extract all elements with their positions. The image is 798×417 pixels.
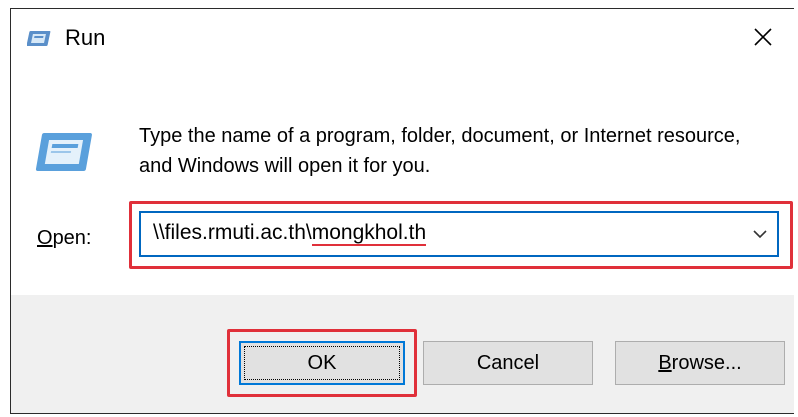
browse-button-label: rowse... [671,351,742,374]
open-combobox[interactable]: \\files.rmuti.ac.th\mongkhol.th [139,211,779,257]
dialog-description: Type the name of a program, folder, docu… [139,125,741,177]
chevron-down-icon[interactable] [751,225,769,243]
close-icon [754,28,772,46]
cancel-button[interactable]: Cancel [423,341,593,385]
ok-button[interactable]: OK [239,341,405,385]
open-label-accelerator: O [37,227,53,249]
input-path-prefix: \\files.rmuti.ac.th\ [153,221,312,244]
window-title: Run [65,25,106,50]
run-icon [27,31,51,46]
run-icon [35,133,92,171]
browse-button[interactable]: Browse... [615,341,785,385]
open-label-text: pen: [52,227,92,249]
dialog-body: Type the name of a program, folder, docu… [11,69,794,295]
browse-accelerator: B [658,351,672,374]
title-bar: Run [11,9,794,69]
input-path-username: mongkhol.th [311,221,427,246]
focus-rect [244,346,400,380]
button-bar: OK Cancel Browse... [11,295,794,413]
open-label: Open: [37,227,92,250]
run-dialog: Run Type the name of a program, folder, … [10,8,794,414]
close-button[interactable] [732,9,794,65]
cancel-button-label: Cancel [476,351,540,374]
open-input[interactable]: \\files.rmuti.ac.th\mongkhol.th [153,221,427,246]
